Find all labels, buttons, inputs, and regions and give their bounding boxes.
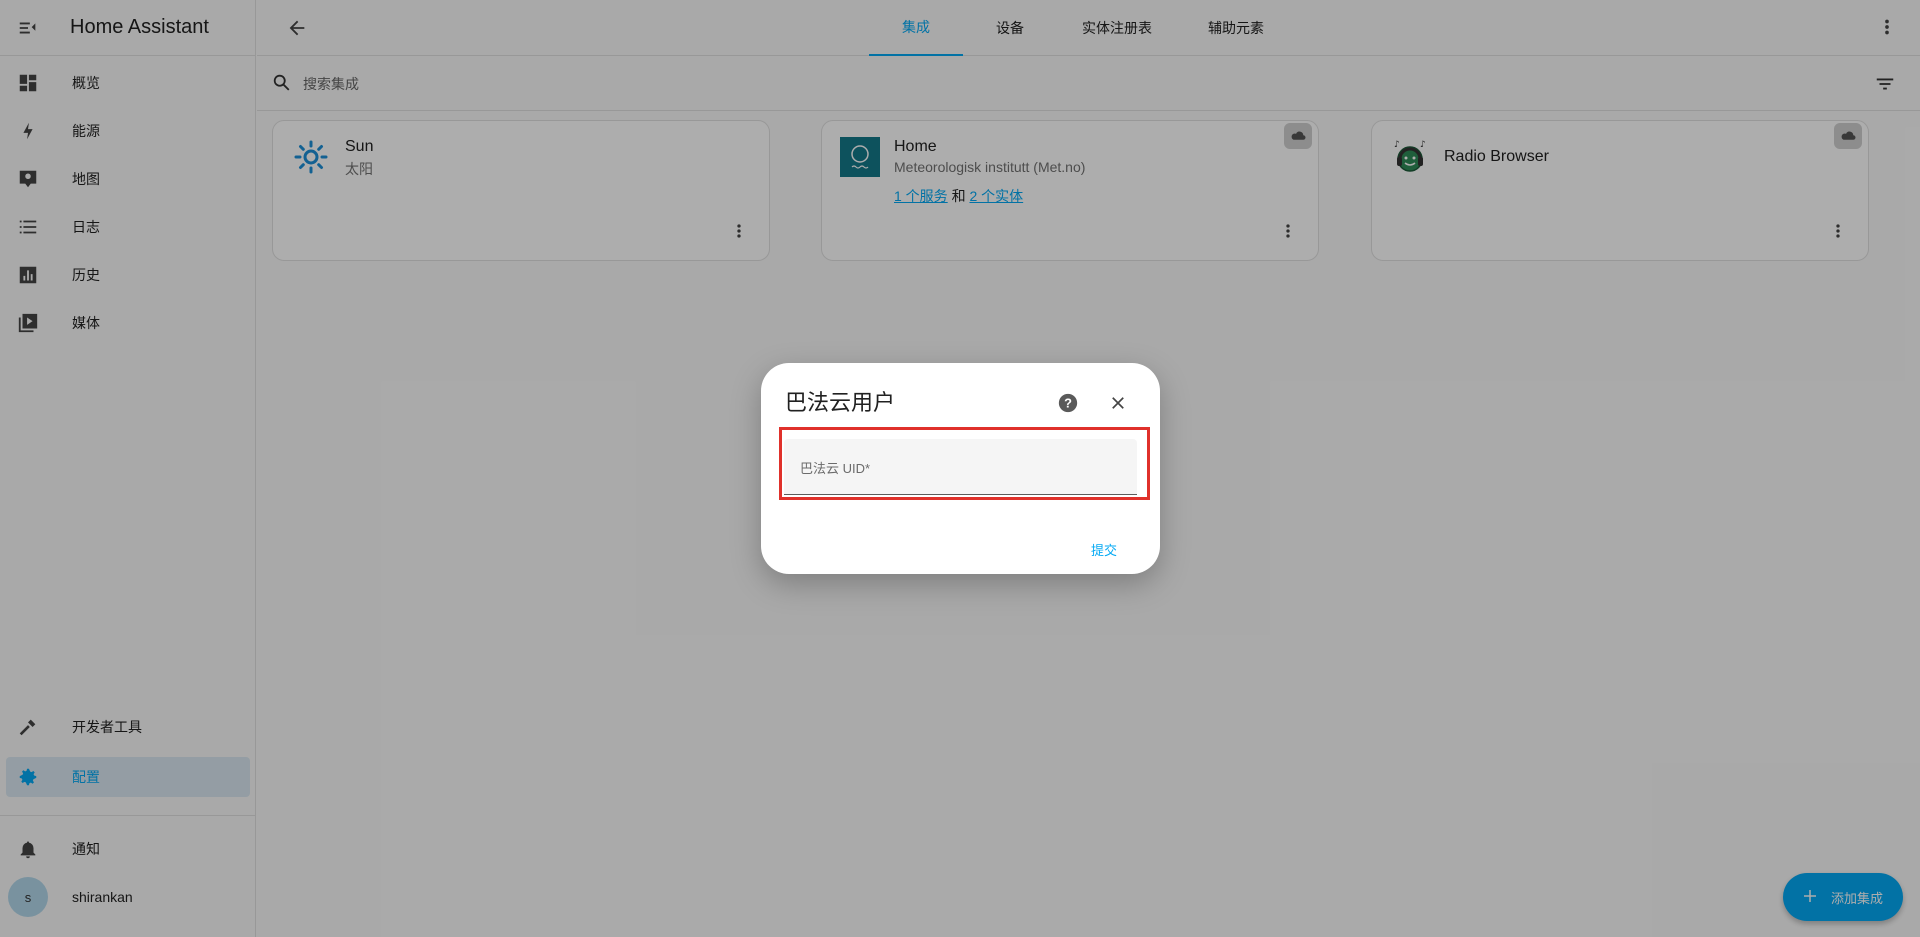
svg-text:?: ? xyxy=(1064,396,1072,411)
close-button[interactable] xyxy=(1107,392,1129,414)
config-flow-dialog: 巴法云用户 ? 巴法云 UID* 提交 xyxy=(761,363,1160,574)
submit-button[interactable]: 提交 xyxy=(1091,540,1117,559)
close-icon xyxy=(1112,397,1124,409)
dialog-title: 巴法云用户 xyxy=(785,390,896,415)
highlight-box xyxy=(779,427,1150,500)
help-icon[interactable]: ? xyxy=(1057,392,1079,419)
